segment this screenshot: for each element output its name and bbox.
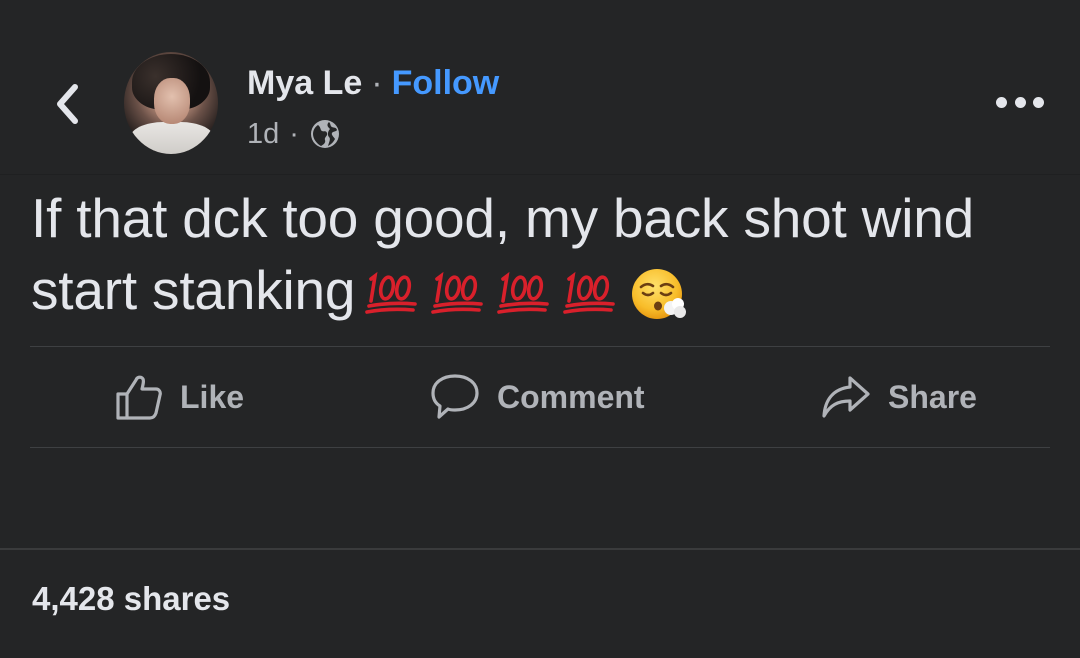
header-divider <box>0 174 1080 175</box>
section-divider <box>0 548 1080 550</box>
more-horizontal-icon <box>996 96 1007 108</box>
avatar[interactable] <box>124 52 218 154</box>
post-header: Mya Le · Follow 1d · <box>0 0 1080 174</box>
post-timestamp[interactable]: 1d <box>247 118 279 151</box>
name-separator: · <box>371 64 383 102</box>
author-name[interactable]: Mya Le <box>247 64 362 103</box>
post-action-bar: Like Comment Share <box>30 347 1050 447</box>
thumbs-up-icon <box>116 375 162 420</box>
share-arrow-icon <box>822 376 870 418</box>
more-options-button[interactable] <box>996 86 1044 118</box>
globe-icon <box>310 120 339 148</box>
post-screen: Mya Le · Follow 1d · If that dck too goo… <box>0 0 1080 658</box>
post-emojis <box>365 266 687 322</box>
chevron-left-icon <box>57 84 78 124</box>
shares-count[interactable]: 4,428 shares <box>32 580 230 618</box>
comment-icon <box>431 374 479 419</box>
comment-label: Comment <box>497 378 645 415</box>
share-button[interactable]: Share <box>820 369 977 425</box>
hundred-points-icon <box>563 272 616 315</box>
author-row: Mya Le · Follow <box>247 64 499 108</box>
hundred-points-icon <box>431 272 484 315</box>
post-body: If that dck too good, my back shot wind … <box>31 182 1051 326</box>
actions-bottom-divider <box>30 447 1050 448</box>
spacer <box>0 464 1080 548</box>
post-meta: 1d · <box>247 116 341 152</box>
meta-separator: · <box>289 117 299 150</box>
face-exhaling-icon <box>632 269 687 320</box>
hundred-points-icon <box>365 272 418 315</box>
like-label: Like <box>180 378 245 415</box>
like-button[interactable]: Like <box>114 369 244 425</box>
hundred-points-icon <box>497 272 550 315</box>
share-label: Share <box>888 378 977 415</box>
comment-button[interactable]: Comment <box>429 369 645 425</box>
follow-button[interactable]: Follow <box>392 64 500 103</box>
back-button[interactable] <box>46 78 90 130</box>
